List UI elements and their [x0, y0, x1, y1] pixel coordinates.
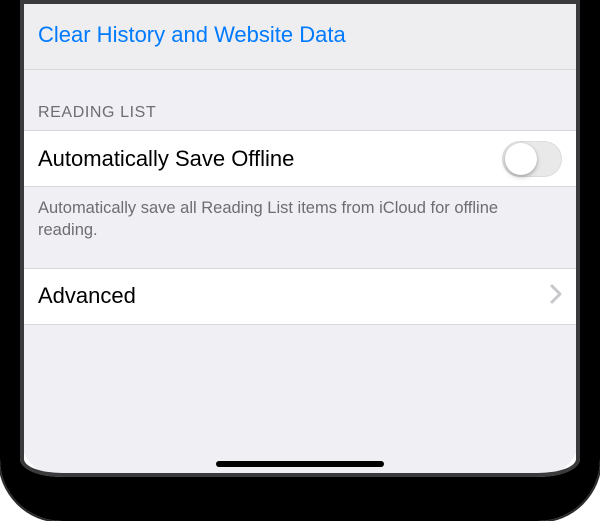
advanced-row[interactable]: Advanced	[20, 268, 580, 325]
auto-save-offline-label: Automatically Save Offline	[38, 146, 294, 172]
clear-history-row[interactable]: Clear History and Website Data	[20, 0, 580, 70]
home-indicator[interactable]	[216, 461, 384, 467]
auto-save-offline-toggle[interactable]	[502, 141, 562, 177]
advanced-label: Advanced	[38, 283, 136, 309]
toggle-knob	[505, 143, 537, 175]
auto-save-offline-row: Automatically Save Offline	[20, 130, 580, 187]
reading-list-footer: Automatically save all Reading List item…	[20, 187, 580, 268]
reading-list-header: READING LIST	[20, 70, 580, 130]
settings-screen: Clear History and Website Data READING L…	[20, 0, 580, 477]
clear-history-label: Clear History and Website Data	[38, 22, 346, 48]
chevron-right-icon	[550, 284, 562, 309]
